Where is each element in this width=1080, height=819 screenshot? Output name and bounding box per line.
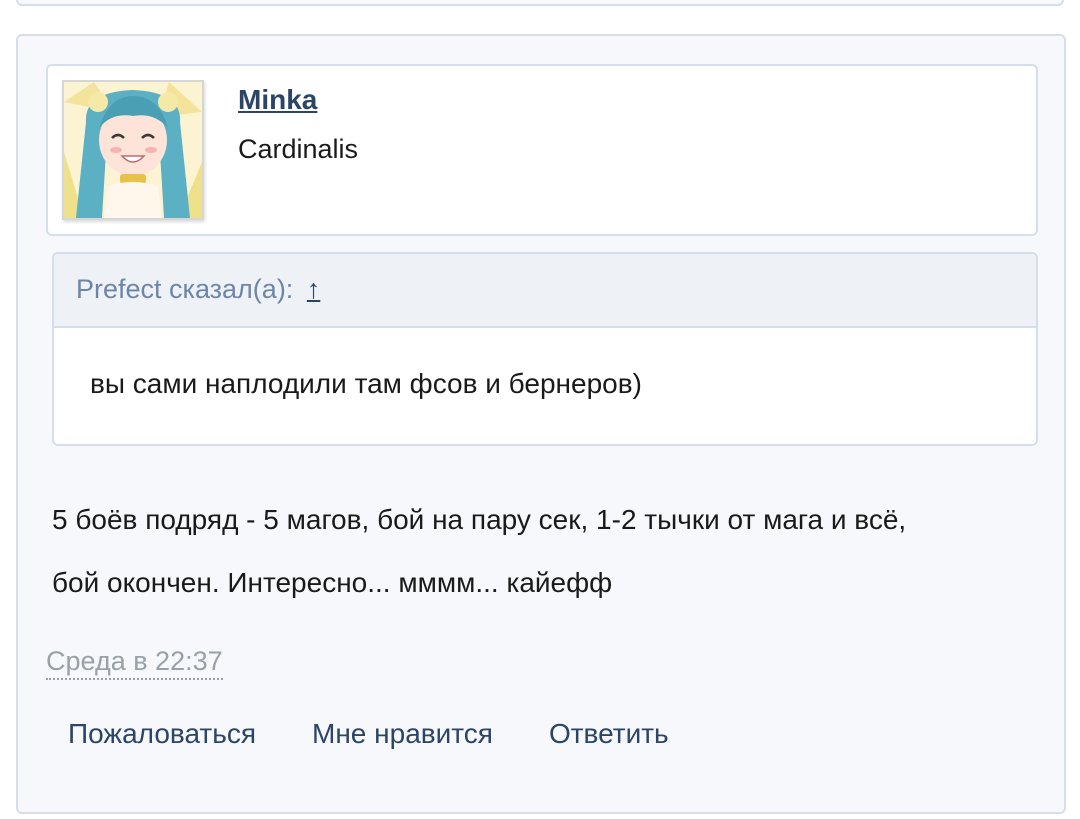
post-actions: Пожаловаться Мне нравится Ответить bbox=[68, 718, 669, 750]
reply-button[interactable]: Ответить bbox=[549, 718, 669, 750]
previous-post-edge bbox=[16, 0, 1064, 6]
username-link[interactable]: Minka bbox=[238, 84, 317, 116]
arrow-up-icon[interactable]: ↑ bbox=[307, 254, 321, 324]
quote-text: вы сами наплодили там фсов и бернеров) bbox=[90, 368, 642, 399]
forum-post: Minka Cardinalis Prefect сказал(а): ↑ вы… bbox=[16, 34, 1066, 814]
quote-block: Prefect сказал(а): ↑ вы сами наплодили т… bbox=[52, 252, 1038, 446]
user-card: Minka Cardinalis bbox=[46, 64, 1038, 236]
like-button[interactable]: Мне нравится bbox=[312, 718, 493, 750]
post-message: 5 боёв подряд - 5 магов, бой на пару сек… bbox=[52, 488, 1042, 614]
quote-header: Prefect сказал(а): ↑ bbox=[54, 254, 1036, 328]
quote-author-label: Prefect сказал(а): bbox=[76, 274, 294, 304]
avatar[interactable] bbox=[62, 80, 204, 220]
post-timestamp[interactable]: Среда в 22:37 bbox=[46, 644, 223, 680]
message-line: 5 боёв подряд - 5 магов, бой на пару сек… bbox=[52, 504, 907, 535]
report-button[interactable]: Пожаловаться bbox=[68, 718, 256, 750]
avatar-image bbox=[64, 82, 202, 218]
user-title: Cardinalis bbox=[238, 134, 359, 164]
message-line: бой окончен. Интересно... мммм... кайефф bbox=[52, 567, 613, 598]
